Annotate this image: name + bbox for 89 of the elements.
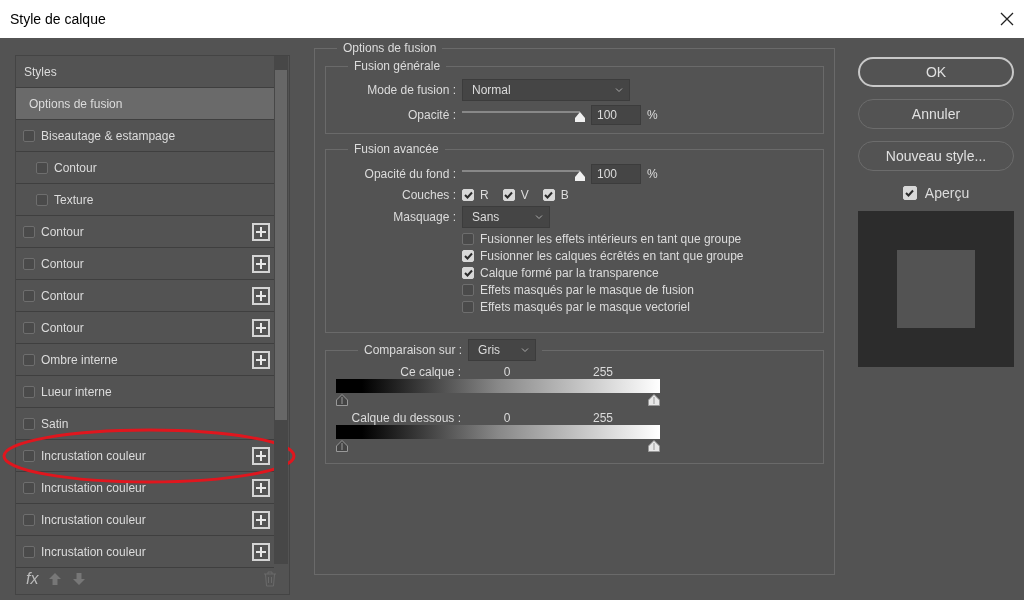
range-value: 255 (591, 365, 613, 379)
checkbox-label: Fusionner les effets intérieurs en tant que groupe (480, 232, 742, 246)
checkbox[interactable] (23, 321, 35, 334)
field-label: Opacité du fond : (363, 167, 456, 181)
checkbox[interactable] (23, 481, 35, 494)
style-item[interactable]: Texture (54, 192, 94, 207)
range-thumb[interactable] (647, 394, 660, 406)
slider-thumb[interactable] (575, 111, 585, 122)
range-thumb[interactable] (336, 440, 349, 452)
checkbox[interactable] (23, 449, 35, 462)
add-icon[interactable] (252, 255, 270, 273)
checkbox[interactable] (36, 161, 48, 174)
checkbox[interactable] (23, 129, 35, 142)
window-title: Style de calque (10, 11, 106, 27)
add-icon[interactable] (252, 543, 270, 561)
range-value: 255 (591, 411, 613, 425)
checkbox-label: Effets masqués par le masque de fusion (480, 283, 694, 297)
checkbox[interactable] (23, 385, 35, 398)
checkbox[interactable] (36, 193, 48, 206)
style-item[interactable]: Satin (41, 416, 69, 431)
group-title: Options de fusion (342, 41, 438, 55)
checkbox[interactable] (23, 289, 35, 302)
checkbox[interactable] (23, 513, 35, 526)
group-title: Fusion avancée (353, 142, 440, 156)
range-thumb[interactable] (647, 440, 660, 452)
style-item[interactable]: Incrustation couleur (41, 512, 146, 527)
style-item[interactable]: Contour (54, 160, 97, 175)
number-field[interactable]: 100 (591, 164, 641, 184)
dialog-button[interactable]: Nouveau style... (858, 141, 1014, 171)
field-label: Ce calque : (399, 365, 461, 379)
field-label: Calque du dessous : (350, 411, 461, 425)
style-item[interactable]: Incrustation couleur (41, 480, 146, 495)
fx-menu[interactable]: fx (26, 570, 39, 588)
add-icon[interactable] (252, 223, 270, 241)
slider-thumb[interactable] (575, 170, 585, 181)
checkbox[interactable] (23, 353, 35, 366)
close-icon[interactable] (1000, 12, 1014, 26)
unit-label: % (647, 108, 658, 122)
checkbox[interactable] (23, 417, 35, 430)
field-label: Masquage : (392, 210, 456, 224)
style-item[interactable]: Incrustation couleur (41, 544, 146, 559)
checkbox-label: Calque formé par la transparence (480, 266, 659, 280)
style-item[interactable]: Ombre interne (41, 352, 118, 367)
field-label: Couches : (400, 188, 456, 202)
checkbox-label: Fusionner les calques écrêtés en tant que groupe (480, 249, 744, 263)
style-item[interactable]: Biseautage & estampage (41, 128, 176, 143)
range-thumb[interactable] (336, 394, 349, 406)
field-label: Mode de fusion : (366, 83, 456, 97)
style-item[interactable]: Contour (41, 288, 84, 303)
style-item[interactable]: Options de fusion (29, 96, 123, 111)
range-value: 0 (502, 365, 512, 379)
blend-mode-dropdown[interactable]: Normal (462, 79, 630, 101)
style-item[interactable]: Lueur interne (41, 384, 112, 399)
group-title: Fusion générale (353, 59, 442, 73)
style-item[interactable]: Incrustation couleur (41, 448, 146, 463)
style-item[interactable]: Contour (41, 224, 84, 239)
checkbox-label: V (520, 188, 529, 202)
checkbox[interactable] (23, 545, 35, 558)
checkbox-label: Aperçu (924, 185, 970, 201)
style-item[interactable]: Contour (41, 320, 84, 335)
style-item[interactable]: Contour (41, 256, 84, 271)
number-field[interactable]: 100 (591, 105, 641, 125)
add-icon[interactable] (252, 287, 270, 305)
add-icon[interactable] (252, 351, 270, 369)
chevron-down-icon (521, 346, 530, 354)
checkbox[interactable] (23, 225, 35, 238)
list-header: Styles (24, 64, 57, 79)
chevron-down-icon (615, 86, 623, 94)
add-icon[interactable] (252, 319, 270, 337)
range-value: 0 (502, 411, 512, 425)
field-label: Comparaison sur : (364, 343, 463, 357)
checkbox[interactable] (23, 257, 35, 270)
checkbox-label: B (560, 188, 569, 202)
field-label: Opacité : (406, 108, 456, 122)
checkbox[interactable] (462, 233, 474, 245)
checkbox-label: R (480, 188, 489, 202)
add-icon[interactable] (252, 511, 270, 529)
blend-if-dropdown[interactable]: Gris (468, 339, 537, 361)
scrollbar[interactable] (274, 56, 288, 564)
add-icon[interactable] (252, 447, 270, 465)
checkbox-label: Effets masqués par le masque vectoriel (480, 300, 690, 314)
dialog-button[interactable]: OK (858, 57, 1014, 87)
chevron-down-icon (535, 213, 543, 221)
dialog-button[interactable]: Annuler (858, 99, 1014, 129)
knockout-dropdown[interactable]: Sans (462, 206, 550, 228)
add-icon[interactable] (252, 479, 270, 497)
checkbox[interactable] (462, 301, 474, 313)
unit-label: % (647, 167, 658, 181)
checkbox[interactable] (462, 284, 474, 296)
